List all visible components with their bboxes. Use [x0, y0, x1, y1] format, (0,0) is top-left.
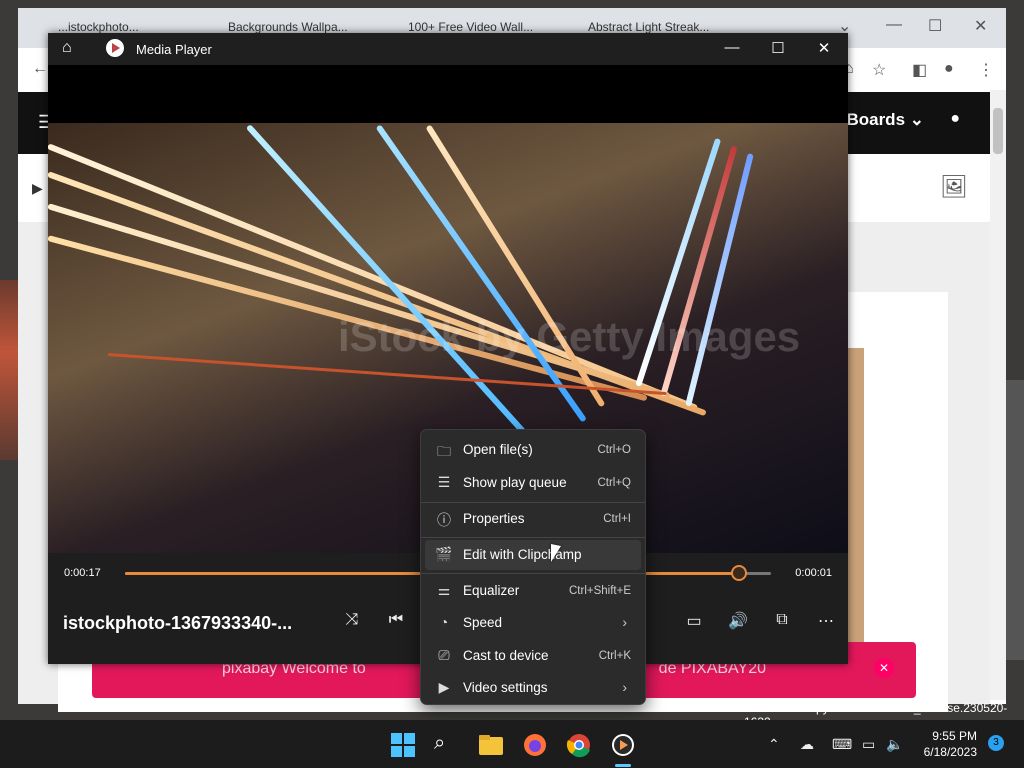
menu-separator — [421, 502, 645, 503]
profile-icon[interactable]: ● — [944, 60, 954, 78]
taskbar: ⌕ ⌃ ☁ ⌨ ▭ 🔈 9:55 PM 6/18/2023 3 — [0, 720, 1024, 768]
bookmark-star-icon[interactable]: ☆ — [872, 60, 886, 80]
minimize-icon[interactable]: — — [722, 39, 742, 56]
user-icon[interactable]: ● — [950, 110, 960, 128]
browser-scrollbar[interactable] — [990, 90, 1006, 700]
video-settings-icon: ▶ — [438, 679, 450, 695]
mini-player-icon[interactable]: ⧉ — [770, 611, 794, 629]
image-upload-icon[interactable]: 🖼 — [940, 174, 968, 200]
boards-menu[interactable]: Boards ⌄ — [846, 110, 924, 130]
volume-icon[interactable]: 🔈 — [886, 736, 903, 753]
menu-item-open-files[interactable]: 🗀 Open file(s) Ctrl+O — [425, 435, 641, 465]
equalizer-icon: ⚌ — [437, 582, 451, 598]
menu-item-speed[interactable]: ◔ Speed › — [425, 608, 641, 638]
active-app-indicator — [615, 764, 631, 767]
media-player-taskbar-icon[interactable] — [610, 732, 636, 758]
firefox-icon[interactable] — [522, 732, 548, 758]
desktop-wallpaper-right — [1004, 380, 1024, 660]
previous-track-icon[interactable]: ⏮ — [384, 611, 408, 629]
chevron-right-icon: › — [622, 679, 627, 695]
menu-item-cast-to-device[interactable]: ⎚ Cast to device Ctrl+K — [425, 641, 641, 671]
folder-icon: 🗀 — [437, 443, 451, 459]
title-bar: ⌂ Media Player — ☐ ✕ — [48, 33, 848, 65]
queue-icon: ☰ — [437, 474, 451, 490]
maximize-icon[interactable]: ☐ — [768, 39, 788, 57]
volume-icon[interactable]: 🔊 — [726, 611, 750, 631]
remaining-time: 0:00:01 — [795, 567, 832, 579]
system-clock[interactable]: 9:55 PM 6/18/2023 — [924, 728, 977, 760]
file-explorer-icon[interactable] — [478, 732, 504, 758]
speed-icon: ◔ — [439, 614, 449, 630]
close-icon[interactable]: ✕ — [874, 658, 894, 678]
context-menu: 🗀 Open file(s) Ctrl+O ☰ Show play queue … — [420, 429, 646, 705]
chrome-icon[interactable] — [566, 732, 592, 758]
window-title: Media Player — [136, 42, 212, 57]
menu-item-equalizer[interactable]: ⚌ Equalizer Ctrl+Shift+E — [425, 576, 641, 606]
minimize-icon[interactable]: — — [886, 16, 902, 34]
menu-item-show-play-queue[interactable]: ☰ Show play queue Ctrl+Q — [425, 468, 641, 498]
notification-badge[interactable]: 3 — [988, 735, 1004, 751]
menu-separator — [421, 573, 645, 574]
start-windows-icon[interactable] — [390, 732, 416, 758]
cast-icon: ⎚ — [438, 647, 450, 663]
elapsed-time: 0:00:17 — [64, 567, 101, 579]
file-name: istockphoto-1367933340-... — [63, 613, 293, 633]
onedrive-icon[interactable]: ☁ — [800, 736, 814, 753]
home-icon[interactable]: ⌂ — [62, 39, 72, 57]
search-icon[interactable]: ⌕ — [434, 732, 460, 758]
menu-item-properties[interactable]: ⓘ Properties Ctrl+I — [425, 504, 641, 534]
scrollbar-thumb[interactable] — [993, 108, 1003, 154]
menu-separator — [421, 537, 645, 538]
video-watermark: iStock by Getty Images — [338, 313, 801, 360]
menu-item-edit-with-clipchamp[interactable]: 🎬 Edit with Clipchamp — [425, 540, 641, 570]
clock-time: 9:55 PM — [932, 729, 977, 743]
network-icon[interactable]: ▭ — [862, 736, 875, 753]
menu-dots-icon[interactable]: ⋮ — [978, 60, 994, 80]
back-arrow-icon[interactable]: ← — [32, 60, 48, 78]
chevron-up-icon[interactable]: ⌃ — [768, 736, 780, 753]
clipchamp-icon: 🎬 — [435, 546, 453, 562]
shuffle-icon[interactable]: ⤨ — [340, 611, 364, 629]
keyboard-icon[interactable]: ⌨ — [832, 736, 852, 753]
info-icon: ⓘ — [437, 512, 451, 528]
video-icon[interactable]: ▶ — [32, 180, 43, 197]
content-image — [848, 348, 864, 648]
clock-date: 6/18/2023 — [923, 745, 977, 759]
subtitles-icon[interactable]: ▭ — [682, 611, 706, 631]
maximize-icon[interactable]: ☐ — [928, 16, 942, 36]
side-panel-icon[interactable]: ◧ — [912, 60, 927, 80]
menu-item-video-settings[interactable]: ▶ Video settings › — [425, 673, 641, 703]
chevron-right-icon: › — [622, 614, 627, 630]
more-options-icon[interactable]: ⋯ — [814, 611, 838, 631]
close-icon[interactable]: ✕ — [974, 16, 987, 36]
seek-bar-thumb[interactable] — [730, 565, 747, 581]
close-icon[interactable]: ✕ — [814, 39, 834, 57]
media-player-logo-icon — [106, 39, 124, 57]
mouse-cursor — [551, 544, 561, 562]
